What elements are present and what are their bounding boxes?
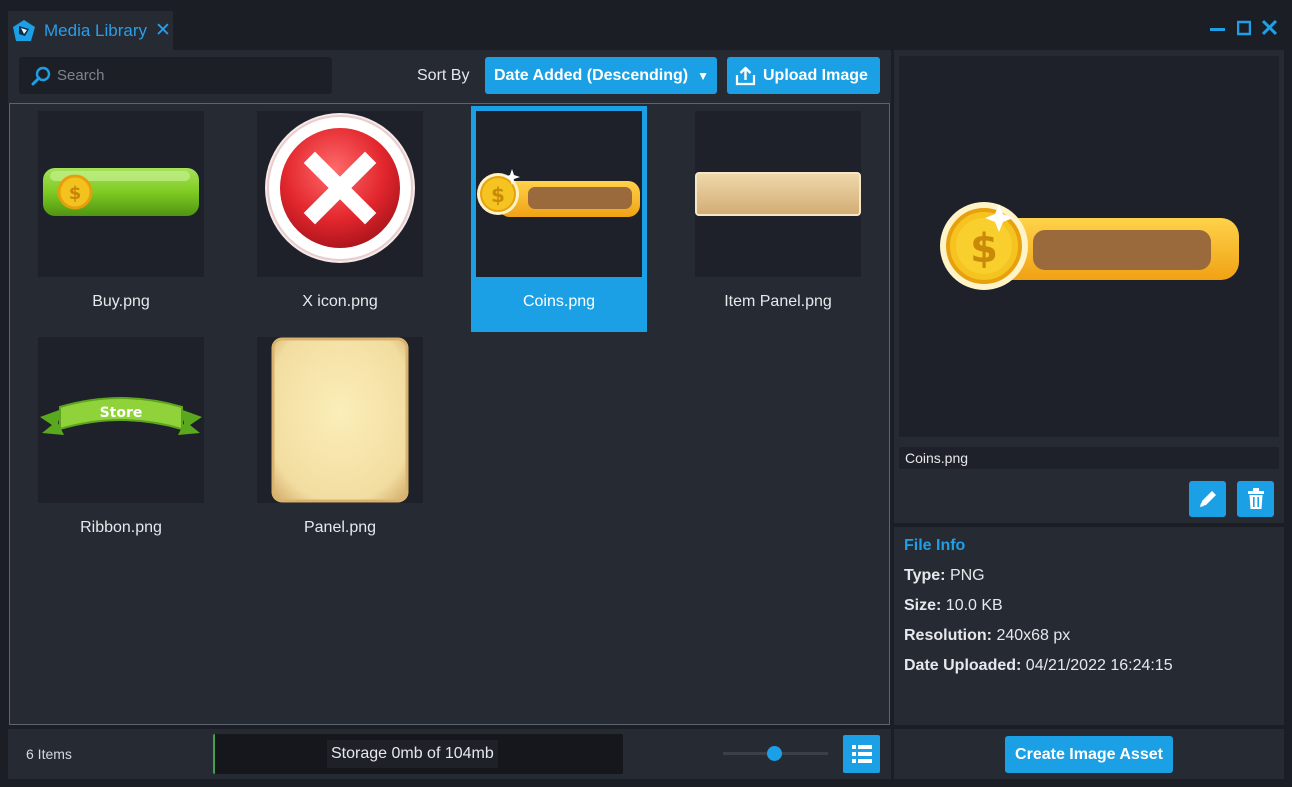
title-bar <box>0 0 1292 50</box>
svg-text:Store: Store <box>100 405 143 421</box>
sort-dropdown-value: Date Added (Descending) <box>494 66 689 84</box>
trash-icon <box>1247 488 1264 509</box>
asset-tile-item-panel[interactable]: Item Panel.png <box>690 106 866 332</box>
resolution-value: 240x68 px <box>996 627 1071 644</box>
panel-image <box>271 337 409 503</box>
info-row-size: Size: 10.0 KB <box>904 597 1003 615</box>
create-image-asset-button[interactable]: Create Image Asset <box>1005 736 1173 773</box>
minimize-icon[interactable] <box>1210 18 1225 38</box>
type-label: Type: <box>904 567 946 584</box>
asset-name: Ribbon.png <box>80 519 162 536</box>
search-box[interactable] <box>19 57 332 94</box>
panel-divider <box>894 523 1284 527</box>
asset-tile-ribbon[interactable]: Store Ribbon.png <box>33 332 209 558</box>
asset-thumbnail: $ <box>38 111 204 277</box>
tab-title: Media Library <box>44 20 147 40</box>
sort-by-label: Sort By <box>417 67 470 84</box>
delete-button[interactable] <box>1237 481 1274 517</box>
chevron-down-icon: ▼ <box>697 68 709 83</box>
asset-name: X icon.png <box>302 293 378 310</box>
media-library-tab[interactable]: Media Library ✕ <box>8 11 173 50</box>
info-row-date: Date Uploaded: 04/21/2022 16:24:15 <box>904 657 1173 675</box>
resolution-label: Resolution: <box>904 627 992 644</box>
date-uploaded-label: Date Uploaded: <box>904 657 1022 674</box>
search-input[interactable] <box>55 66 329 85</box>
asset-thumbnail <box>695 111 861 277</box>
upload-image-button[interactable]: Upload Image <box>727 57 880 94</box>
app-logo-icon <box>13 19 35 41</box>
filename-field[interactable]: Coins.png <box>899 447 1279 469</box>
slider-handle[interactable] <box>767 746 782 761</box>
asset-tile-panel[interactable]: Panel.png <box>252 332 428 558</box>
search-icon <box>31 66 51 85</box>
upload-icon <box>735 66 756 85</box>
asset-thumbnail: $ <box>476 111 642 277</box>
list-view-button[interactable] <box>843 735 880 773</box>
info-row-type: Type: PNG <box>904 567 985 585</box>
buy-button-image: $ <box>43 168 199 216</box>
tab-close-icon[interactable]: ✕ <box>155 19 171 42</box>
asset-tile-buy[interactable]: $ Buy.png <box>33 106 209 332</box>
x-icon-image <box>265 113 415 263</box>
coins-bar-preview-image: $ <box>940 202 1239 290</box>
item-count: 6 Items <box>26 746 72 762</box>
storage-text: Storage 0mb of 104mb <box>327 740 498 768</box>
asset-thumbnail <box>257 111 423 277</box>
storage-meter: Storage 0mb of 104mb <box>213 734 623 774</box>
asset-tile-x-icon[interactable]: X icon.png <box>252 106 428 332</box>
ribbon-image: Store <box>40 397 202 435</box>
asset-name: Panel.png <box>303 519 377 536</box>
rename-button[interactable] <box>1189 481 1226 517</box>
asset-tile-coins[interactable]: $ Coins.png <box>471 106 647 332</box>
size-value: 10.0 KB <box>945 597 1003 614</box>
type-value: PNG <box>949 567 985 584</box>
asset-name: Coins.png <box>522 293 596 310</box>
asset-thumbnail <box>257 337 423 503</box>
svg-text:$: $ <box>970 226 998 272</box>
date-uploaded-value: 04/21/2022 16:24:15 <box>1025 657 1173 674</box>
window-close-icon[interactable] <box>1262 18 1277 38</box>
item-panel-image <box>695 172 861 216</box>
sort-dropdown[interactable]: Date Added (Descending) ▼ <box>485 57 717 94</box>
file-info-heading: File Info <box>904 537 966 554</box>
upload-image-label: Upload Image <box>763 66 868 84</box>
asset-name: Item Panel.png <box>724 293 832 310</box>
info-row-resolution: Resolution: 240x68 px <box>904 627 1070 645</box>
asset-name: Buy.png <box>92 293 150 310</box>
asset-thumbnail: Store <box>38 337 204 503</box>
list-view-icon <box>851 745 872 763</box>
svg-text:$: $ <box>491 183 505 207</box>
size-label: Size: <box>904 597 942 614</box>
pencil-icon <box>1199 491 1216 507</box>
maximize-icon[interactable] <box>1237 18 1251 38</box>
image-preview: $ <box>899 56 1279 437</box>
svg-text:$: $ <box>69 183 82 204</box>
coins-bar-image: $ <box>477 169 640 217</box>
